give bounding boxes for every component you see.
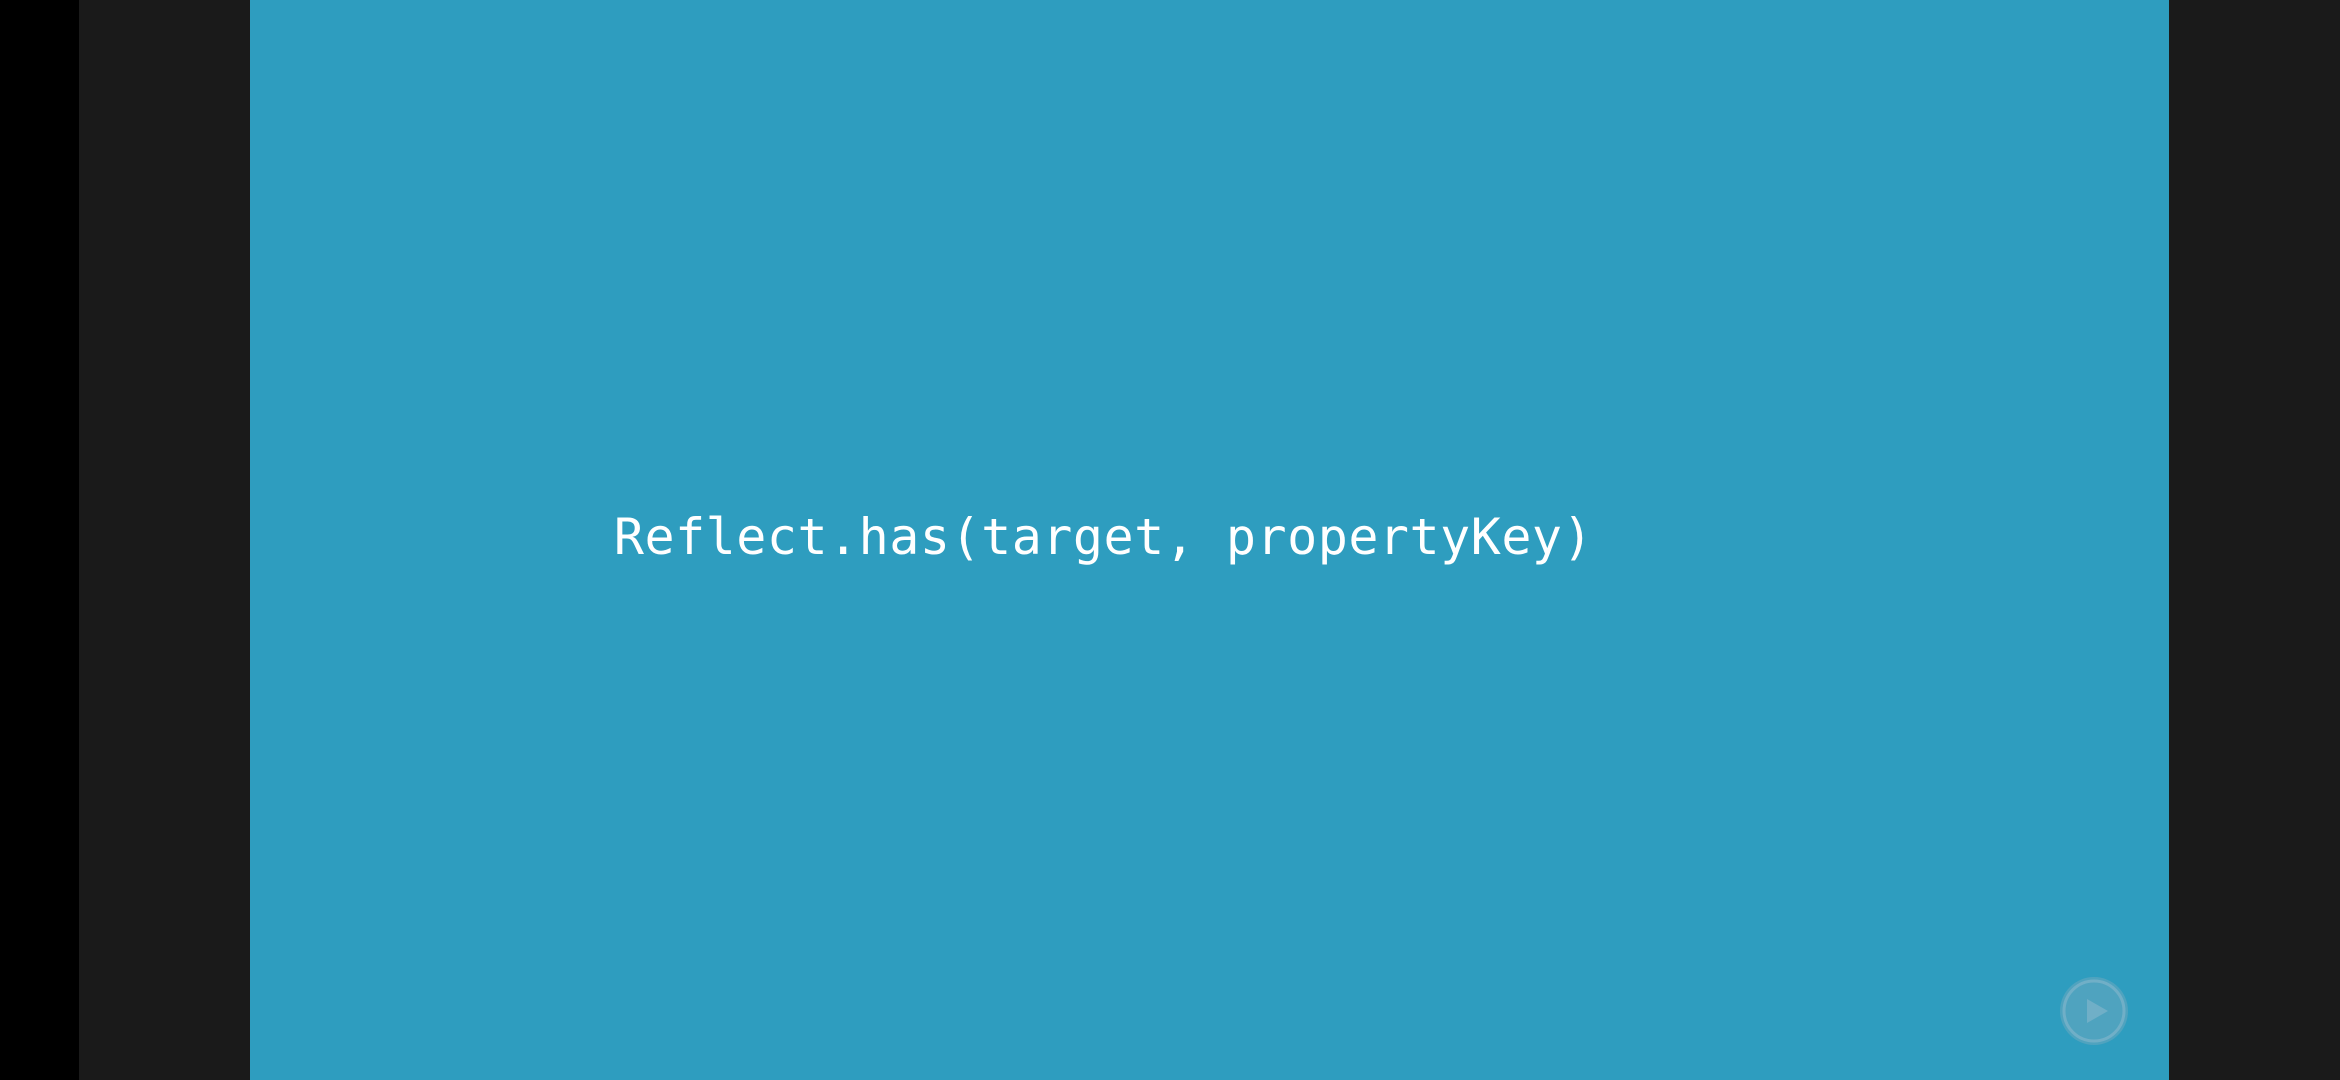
video-player-screen: Reflect.has(target, propertyKey) [0, 0, 2340, 1080]
video-frame[interactable]: Reflect.has(target, propertyKey) [250, 0, 2169, 1080]
play-button[interactable] [2060, 977, 2128, 1045]
slide-code-text: Reflect.has(target, propertyKey) [613, 508, 1594, 566]
letterbox-right [2169, 0, 2340, 1080]
play-icon [2062, 979, 2126, 1043]
